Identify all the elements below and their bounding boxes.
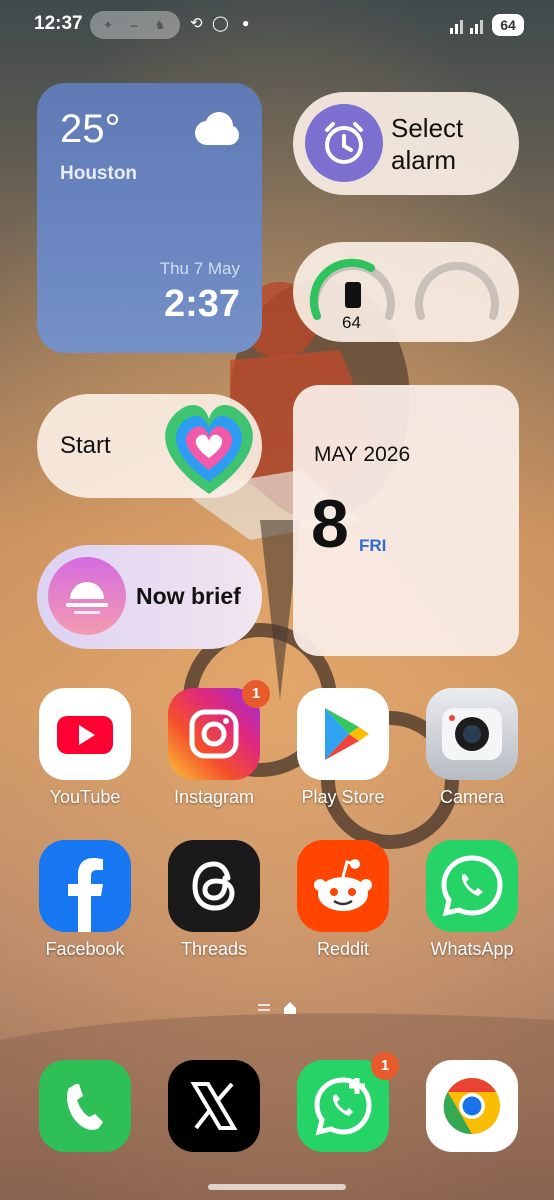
dock-chrome[interactable] [424,1060,520,1190]
play-store-icon [297,688,389,780]
sunrise-icon [48,557,126,635]
start-label: Start [60,432,111,459]
weather-widget[interactable]: 25° Houston Thu 7 May 2:37 [37,83,262,353]
dock-x[interactable] [166,1060,262,1190]
cloud-icon [195,112,239,145]
app-facebook[interactable]: Facebook [37,840,133,970]
alarm-widget[interactable]: Select alarm [293,92,519,195]
weather-date: Thu 7 May [159,259,240,278]
phone-battery-level: 64 [342,313,361,332]
weather-clock: 2:37 [163,283,240,325]
x-icon [168,1060,260,1152]
alarm-clock-icon [305,104,383,182]
page-dash-icon [258,1004,270,1006]
app-youtube[interactable]: YouTube [37,688,133,818]
app-camera[interactable]: Camera [424,688,520,818]
chrome-icon [426,1060,518,1152]
calendar-widget[interactable]: MAY 2026 8 FRI [293,385,519,656]
dock-phone[interactable] [37,1060,133,1190]
app-label: Play Store [301,787,385,807]
threads-icon [168,840,260,932]
app-label: Facebook [45,939,125,959]
app-label: Instagram [173,787,255,807]
minus-icon: – [130,18,138,32]
battery-widget[interactable]: 64 [293,242,519,342]
calendar-day: 8 [311,486,349,562]
home-page-icon [284,1002,296,1014]
status-time: 12:37 [34,13,83,34]
whatsapp-icon [426,840,518,932]
app-notification-icon: ♞ [154,18,166,32]
dock-whatsapp-business[interactable]: 1 [295,1052,399,1190]
notification-badge: 1 [371,1052,399,1080]
calendar-month: MAY 2026 [314,443,411,466]
battery-indicator: 64 [492,14,524,36]
app-play-store[interactable]: Play Store [295,688,391,818]
app-label: YouTube [49,787,121,807]
health-heart-icon [165,404,253,494]
status-bar: 12:37 ✦ – ♞ ⟲ ◯ ● 64 [0,0,554,52]
whatsapp-notification-icon: ◯ [212,15,229,32]
app-whatsapp[interactable]: WhatsApp [424,840,520,970]
signal-icon [450,20,483,34]
notification-icons-pill: ✦ – ♞ [90,11,180,39]
facebook-icon [39,840,131,932]
notification-badge: 1 [242,680,270,708]
navigation-handle[interactable] [208,1184,346,1190]
battery-rings [309,258,499,320]
app-threads[interactable]: Threads [166,840,262,970]
app-label: WhatsApp [430,939,514,959]
camera-icon [426,688,518,780]
app-label: Threads [180,939,248,959]
phone-icon [39,1060,131,1152]
sync-icon: ⟲ [190,15,203,32]
start-widget[interactable]: Start [37,394,262,498]
page-dash-icon [258,1009,270,1011]
youtube-icon [39,688,131,780]
calendar-weekday: FRI [359,536,387,555]
now-brief-label: Now brief [136,583,241,609]
now-brief-widget[interactable]: Now brief [37,545,262,649]
page-indicator[interactable] [256,1000,300,1016]
app-label: Camera [439,787,505,807]
weather-city: Houston [60,163,138,184]
weather-temperature: 25° [60,107,121,151]
app-reddit[interactable]: Reddit [295,840,391,970]
alarm-label: Select alarm [391,113,464,175]
app-instagram[interactable]: 1 Instagram [166,680,270,818]
reddit-icon [297,840,389,932]
more-notifications-dot-icon: ● [242,16,250,30]
app-label: Reddit [316,939,370,959]
app-notification-icon: ✦ [102,18,114,32]
